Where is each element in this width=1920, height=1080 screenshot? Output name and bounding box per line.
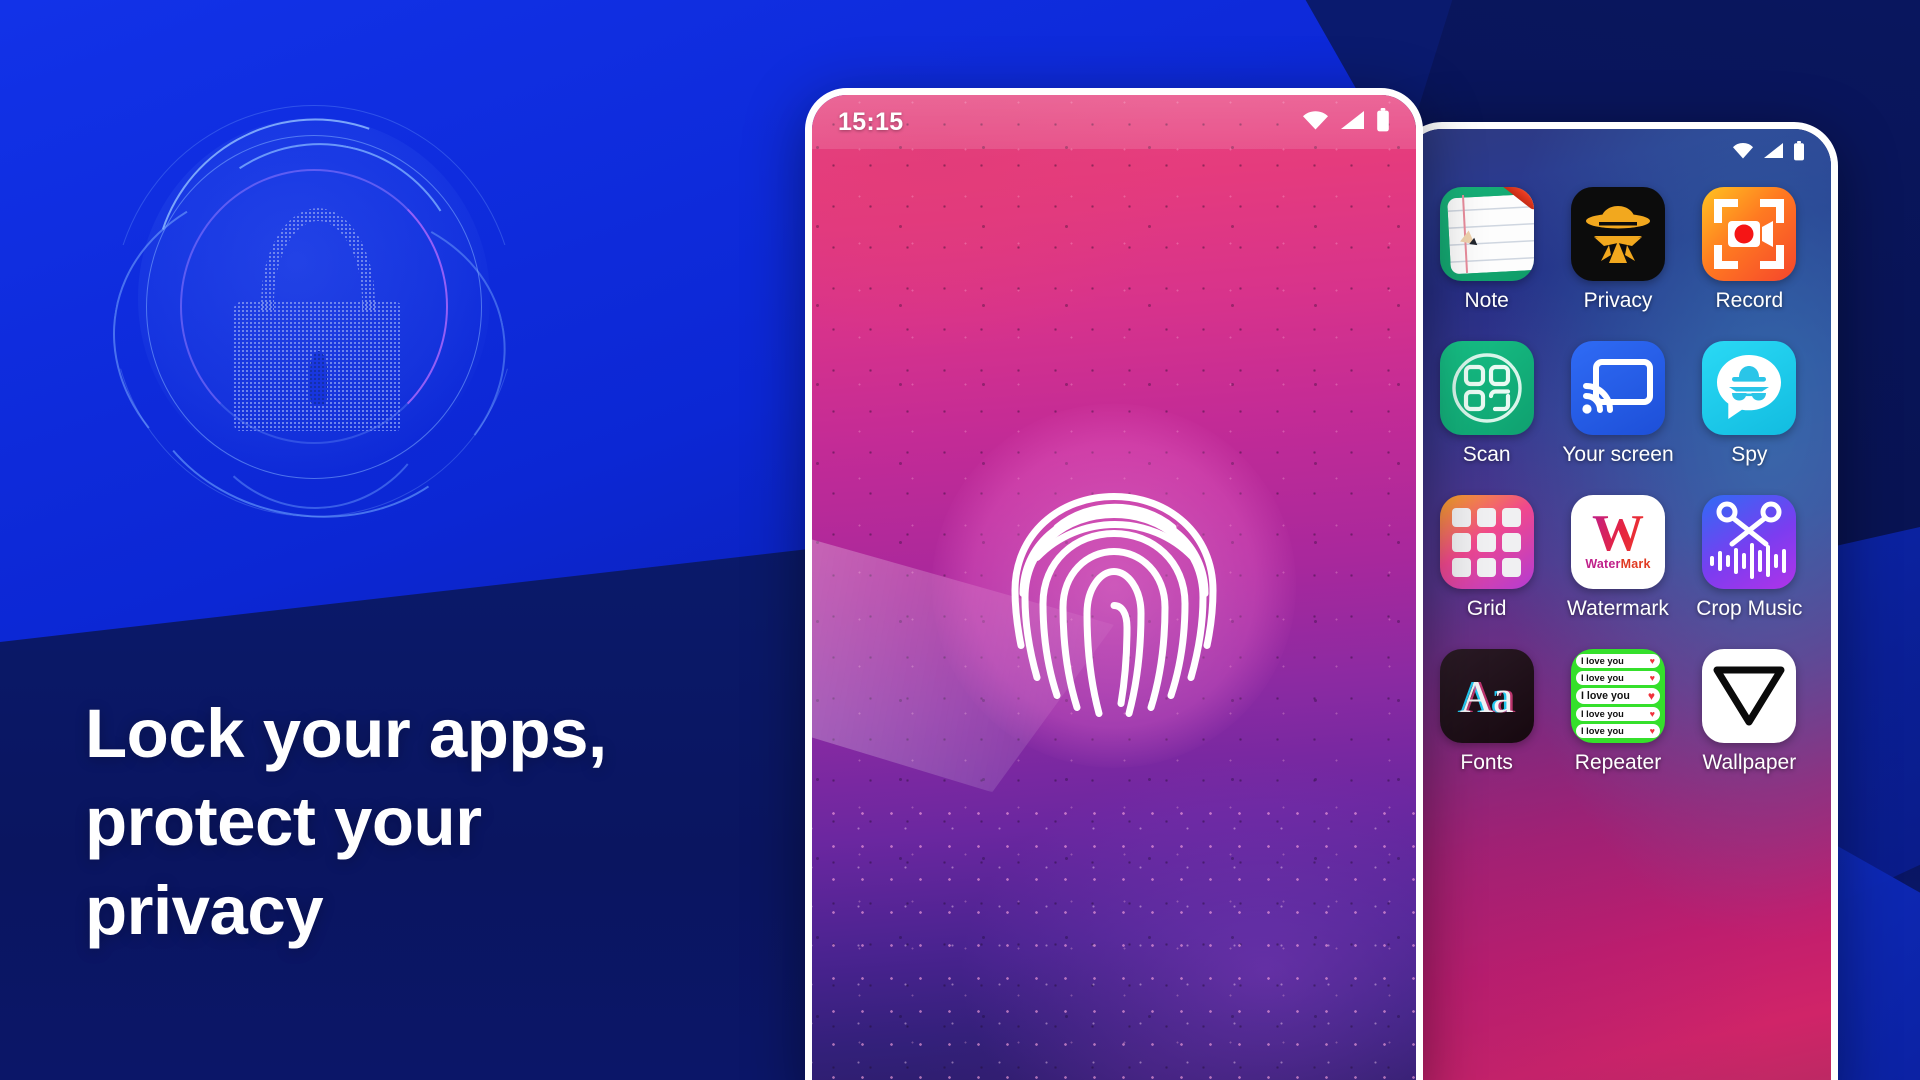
lock-shackle xyxy=(261,207,376,311)
wallpaper-star-texture xyxy=(812,792,1416,1080)
app-item-fonts[interactable]: Aa Fonts xyxy=(1421,649,1552,773)
spy-chat-icon[interactable] xyxy=(1702,341,1797,435)
battery-icon xyxy=(1376,107,1390,137)
app-item-privacy[interactable]: Privacy xyxy=(1552,187,1683,311)
app-label: Fonts xyxy=(1460,751,1513,774)
back-phone-status-bar xyxy=(1405,129,1831,177)
repeater-line: I love you xyxy=(1580,708,1624,719)
crop-music-icon[interactable] xyxy=(1702,495,1797,589)
app-item-record[interactable]: Record xyxy=(1684,187,1815,311)
qr-scan-icon[interactable] xyxy=(1439,341,1534,435)
app-label: Privacy xyxy=(1583,289,1653,312)
padlock-emblem xyxy=(87,62,541,555)
front-phone-screen: 15:15 xyxy=(812,95,1416,1080)
watermark-word-b: Mark xyxy=(1620,557,1651,572)
lock-icon xyxy=(234,207,403,432)
app-item-grid[interactable]: Grid xyxy=(1421,495,1552,619)
app-item-spy[interactable]: Spy xyxy=(1684,341,1815,465)
repeater-line: I love you xyxy=(1580,673,1624,684)
wallpaper-icon[interactable] xyxy=(1702,649,1797,743)
app-item-wallpaper[interactable]: Wallpaper xyxy=(1684,649,1815,773)
watermark-letter: W xyxy=(1591,504,1644,562)
headline-line-1: Lock your apps, xyxy=(85,695,607,772)
heart-icon: ♥ xyxy=(1649,656,1655,667)
signal-icon xyxy=(1763,142,1784,164)
battery-icon xyxy=(1793,140,1805,166)
app-item-watermark[interactable]: W WaterMark Watermark xyxy=(1552,495,1683,619)
app-item-crop-music[interactable]: Crop Music xyxy=(1684,495,1815,619)
heart-icon: ♥ xyxy=(1647,689,1655,703)
fonts-icon[interactable]: Aa xyxy=(1439,649,1534,743)
repeater-line: I love you xyxy=(1580,690,1630,702)
app-label: Spy xyxy=(1731,443,1768,466)
front-phone-status-bar: 15:15 xyxy=(812,95,1416,149)
screen-record-icon[interactable] xyxy=(1702,187,1797,281)
app-item-scan[interactable]: Scan xyxy=(1421,341,1552,465)
fonts-sample: Aa xyxy=(1459,670,1514,722)
front-phone-mockup: 15:15 xyxy=(805,88,1423,1080)
app-drawer-grid[interactable]: Note Privacy Record Scan Your screen Spy… xyxy=(1405,187,1831,773)
app-label: Watermark xyxy=(1567,597,1669,620)
watermark-word-a: Water xyxy=(1585,557,1621,572)
status-bar-clock: 15:15 xyxy=(838,107,904,136)
app-label: Note xyxy=(1464,289,1509,312)
app-label: Crop Music xyxy=(1696,597,1803,620)
back-phone-mockup: Note Privacy Record Scan Your screen Spy… xyxy=(1398,122,1838,1080)
app-label: Scan xyxy=(1462,443,1511,466)
cast-screen-icon[interactable] xyxy=(1570,341,1665,435)
wifi-icon xyxy=(1302,110,1329,135)
app-label: Wallpaper xyxy=(1702,751,1797,774)
repeater-icon[interactable]: I love you ♥ I love you ♥ I love you ♥ I lo… xyxy=(1570,649,1665,743)
heart-icon: ♥ xyxy=(1649,708,1655,719)
privacy-detective-icon[interactable] xyxy=(1570,187,1665,281)
app-label: Record xyxy=(1715,289,1784,312)
repeater-line: I love you xyxy=(1580,656,1624,667)
headline-line-2: protect your xyxy=(85,783,482,861)
app-label: Repeater xyxy=(1574,751,1662,774)
lock-body xyxy=(234,301,403,432)
repeater-line: I love you xyxy=(1580,725,1624,736)
watermark-icon[interactable]: W WaterMark xyxy=(1570,495,1665,589)
app-label: Your screen xyxy=(1562,443,1674,466)
heart-icon: ♥ xyxy=(1649,673,1655,684)
app-item-note[interactable]: Note xyxy=(1421,187,1552,311)
headline-line-3: privacy xyxy=(85,871,324,949)
lock-keyhole xyxy=(309,351,327,406)
app-item-repeater[interactable]: I love you ♥ I love you ♥ I love you ♥ I lo… xyxy=(1552,649,1683,773)
grid-icon[interactable] xyxy=(1439,495,1534,589)
app-item-your-screen[interactable]: Your screen xyxy=(1552,341,1683,465)
fingerprint-icon[interactable] xyxy=(999,466,1229,721)
page-title: Lock your apps, protect your privacy xyxy=(85,690,785,955)
heart-icon: ♥ xyxy=(1649,725,1655,736)
wifi-icon xyxy=(1732,142,1754,164)
signal-icon xyxy=(1340,110,1365,135)
note-icon[interactable] xyxy=(1439,187,1534,281)
app-label: Grid xyxy=(1466,597,1507,620)
